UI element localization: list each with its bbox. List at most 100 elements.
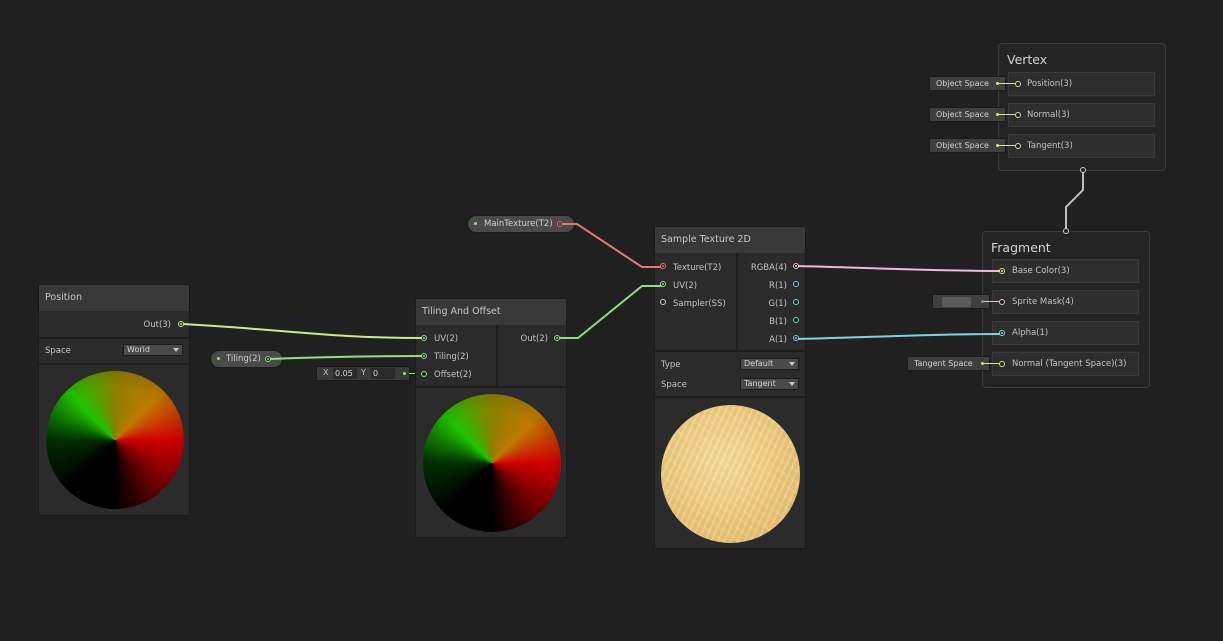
tiling-offset-node[interactable]: Tiling And Offset UV(2) Tiling(2) Offset… [415,298,567,538]
object-space-position[interactable]: Object Space [929,76,1006,91]
x-label: X [323,368,329,377]
tiling-node-title: Tiling And Offset [416,299,566,325]
uv-input-label: UV(2) [673,281,698,291]
maintexture-property-port[interactable] [557,221,563,227]
type-dropdown[interactable]: Default [740,358,799,370]
position-out-port[interactable] [178,321,184,327]
wire-maintexture-to-texture [560,223,662,268]
slot-label: Tangent(3) [1027,141,1073,151]
x-input[interactable]: 0.05 [333,368,357,379]
uv-input-port[interactable] [421,335,427,341]
dropdown-value: World [127,345,150,354]
slot-label: Alpha(1) [1012,328,1049,338]
sample-texture-node[interactable]: Sample Texture 2D Texture(T2) UV(2) Samp… [654,226,806,549]
g-output-label: G(1) [768,299,787,309]
normal-tangent-port[interactable] [999,361,1005,367]
vertex-slot-tangent[interactable]: Tangent(3) [1008,134,1155,158]
a-output-port[interactable] [793,335,799,341]
offset-vector-field[interactable]: X 0.05 Y 0 [316,366,410,381]
vertex-slot-position[interactable]: Position(3) [1008,72,1155,96]
fragment-title: Fragment [991,240,1051,255]
space-label: Object Space [936,141,989,150]
texture-input-port[interactable] [660,263,666,269]
slot-label: Sprite Mask(4) [1012,297,1074,307]
vertex-title: Vertex [1007,52,1048,67]
alpha-port[interactable] [999,330,1005,336]
y-value: 0 [373,369,379,378]
position-out-label: Out(3) [143,320,171,330]
fragment-slot-alpha[interactable]: Alpha(1) [992,321,1139,345]
dropdown-value: Default [744,359,774,368]
tiling-preview-sphere [423,394,561,532]
texture-input-label: Texture(T2) [673,263,722,273]
vertex-slot-normal[interactable]: Normal(3) [1008,103,1155,127]
wire-vertex-to-fragment [1065,170,1084,231]
property-label: MainTexture(T2) [484,219,553,229]
texture-preview-sphere [661,405,800,543]
b-output-port[interactable] [793,317,799,323]
g-output-port[interactable] [793,299,799,305]
vertex-position-port[interactable] [1015,81,1021,87]
dropdown-value: Tangent [744,379,776,388]
space-label: Object Space [936,110,989,119]
position-preview-sphere [46,371,184,509]
space-label: Tangent Space [914,359,973,368]
wire-alpha-to-alpha [795,333,1003,340]
space-label: Object Space [936,79,989,88]
b-output-label: B(1) [769,317,787,327]
chevron-down-icon [789,382,795,386]
object-space-tangent[interactable]: Object Space [929,138,1006,153]
wire-tiling-to-tiling [267,355,424,360]
chevron-down-icon [173,348,179,352]
object-space-normal[interactable]: Object Space [929,107,1006,122]
wire-rgba-to-basecolor [795,265,1003,272]
space-label: Space [45,346,71,356]
uv-input-port[interactable] [660,281,666,287]
slot-label: Normal(3) [1027,110,1070,120]
uv-input-label: UV(2) [434,334,459,344]
property-dot [217,357,220,360]
sampler-input-label: Sampler(SS) [673,299,726,309]
a-output-label: A(1) [769,335,787,345]
fragment-slot-sprite-mask[interactable]: Sprite Mask(4) [992,290,1139,314]
fragment-slot-base-color[interactable]: Base Color(3) [992,259,1139,283]
tiling-input-port[interactable] [421,353,427,359]
sampler-input-port[interactable] [660,299,666,305]
tiling-property-port[interactable] [265,356,271,362]
wire-tiling-out-to-uv [557,285,662,339]
vertex-tangent-port[interactable] [1015,143,1021,149]
vertex-normal-port[interactable] [1015,112,1021,118]
property-dot [474,222,477,225]
rgba-output-label: RGBA(4) [750,263,787,273]
tangent-space-tag[interactable]: Tangent Space [907,356,990,371]
property-label: Tiling(2) [226,354,261,364]
type-label: Type [661,360,681,370]
space-label: Space [661,380,687,390]
tiling-input-label: Tiling(2) [434,352,469,362]
y-input[interactable]: 0 [371,368,395,379]
space-dropdown[interactable]: World [123,344,183,356]
x-value: 0.05 [335,369,353,378]
connector-dot [403,372,406,375]
position-node[interactable]: Position Out(3) Space World [38,284,190,516]
y-label: Y [361,368,366,377]
tiling-out-label: Out(2) [520,334,548,344]
space-dropdown[interactable]: Tangent [740,378,799,390]
color-swatch [942,297,971,307]
offset-input-port[interactable] [421,371,427,377]
slot-label: Normal (Tangent Space)(3) [1012,359,1127,369]
tiling-out-port[interactable] [554,335,560,341]
rgba-output-port[interactable] [793,263,799,269]
position-node-title: Position [39,285,189,311]
chevron-down-icon [789,362,795,366]
offset-input-label: Offset(2) [434,370,472,380]
tiling-property[interactable]: Tiling(2) [210,350,283,368]
maintexture-property[interactable]: MainTexture(T2) [467,215,575,233]
r-output-port[interactable] [793,281,799,287]
slot-label: Position(3) [1027,79,1073,89]
base-color-port[interactable] [999,268,1005,274]
slot-label: Base Color(3) [1012,266,1070,276]
r-output-label: R(1) [769,281,787,291]
sprite-mask-port[interactable] [999,299,1005,305]
fragment-slot-normal[interactable]: Normal (Tangent Space)(3) [992,352,1139,376]
